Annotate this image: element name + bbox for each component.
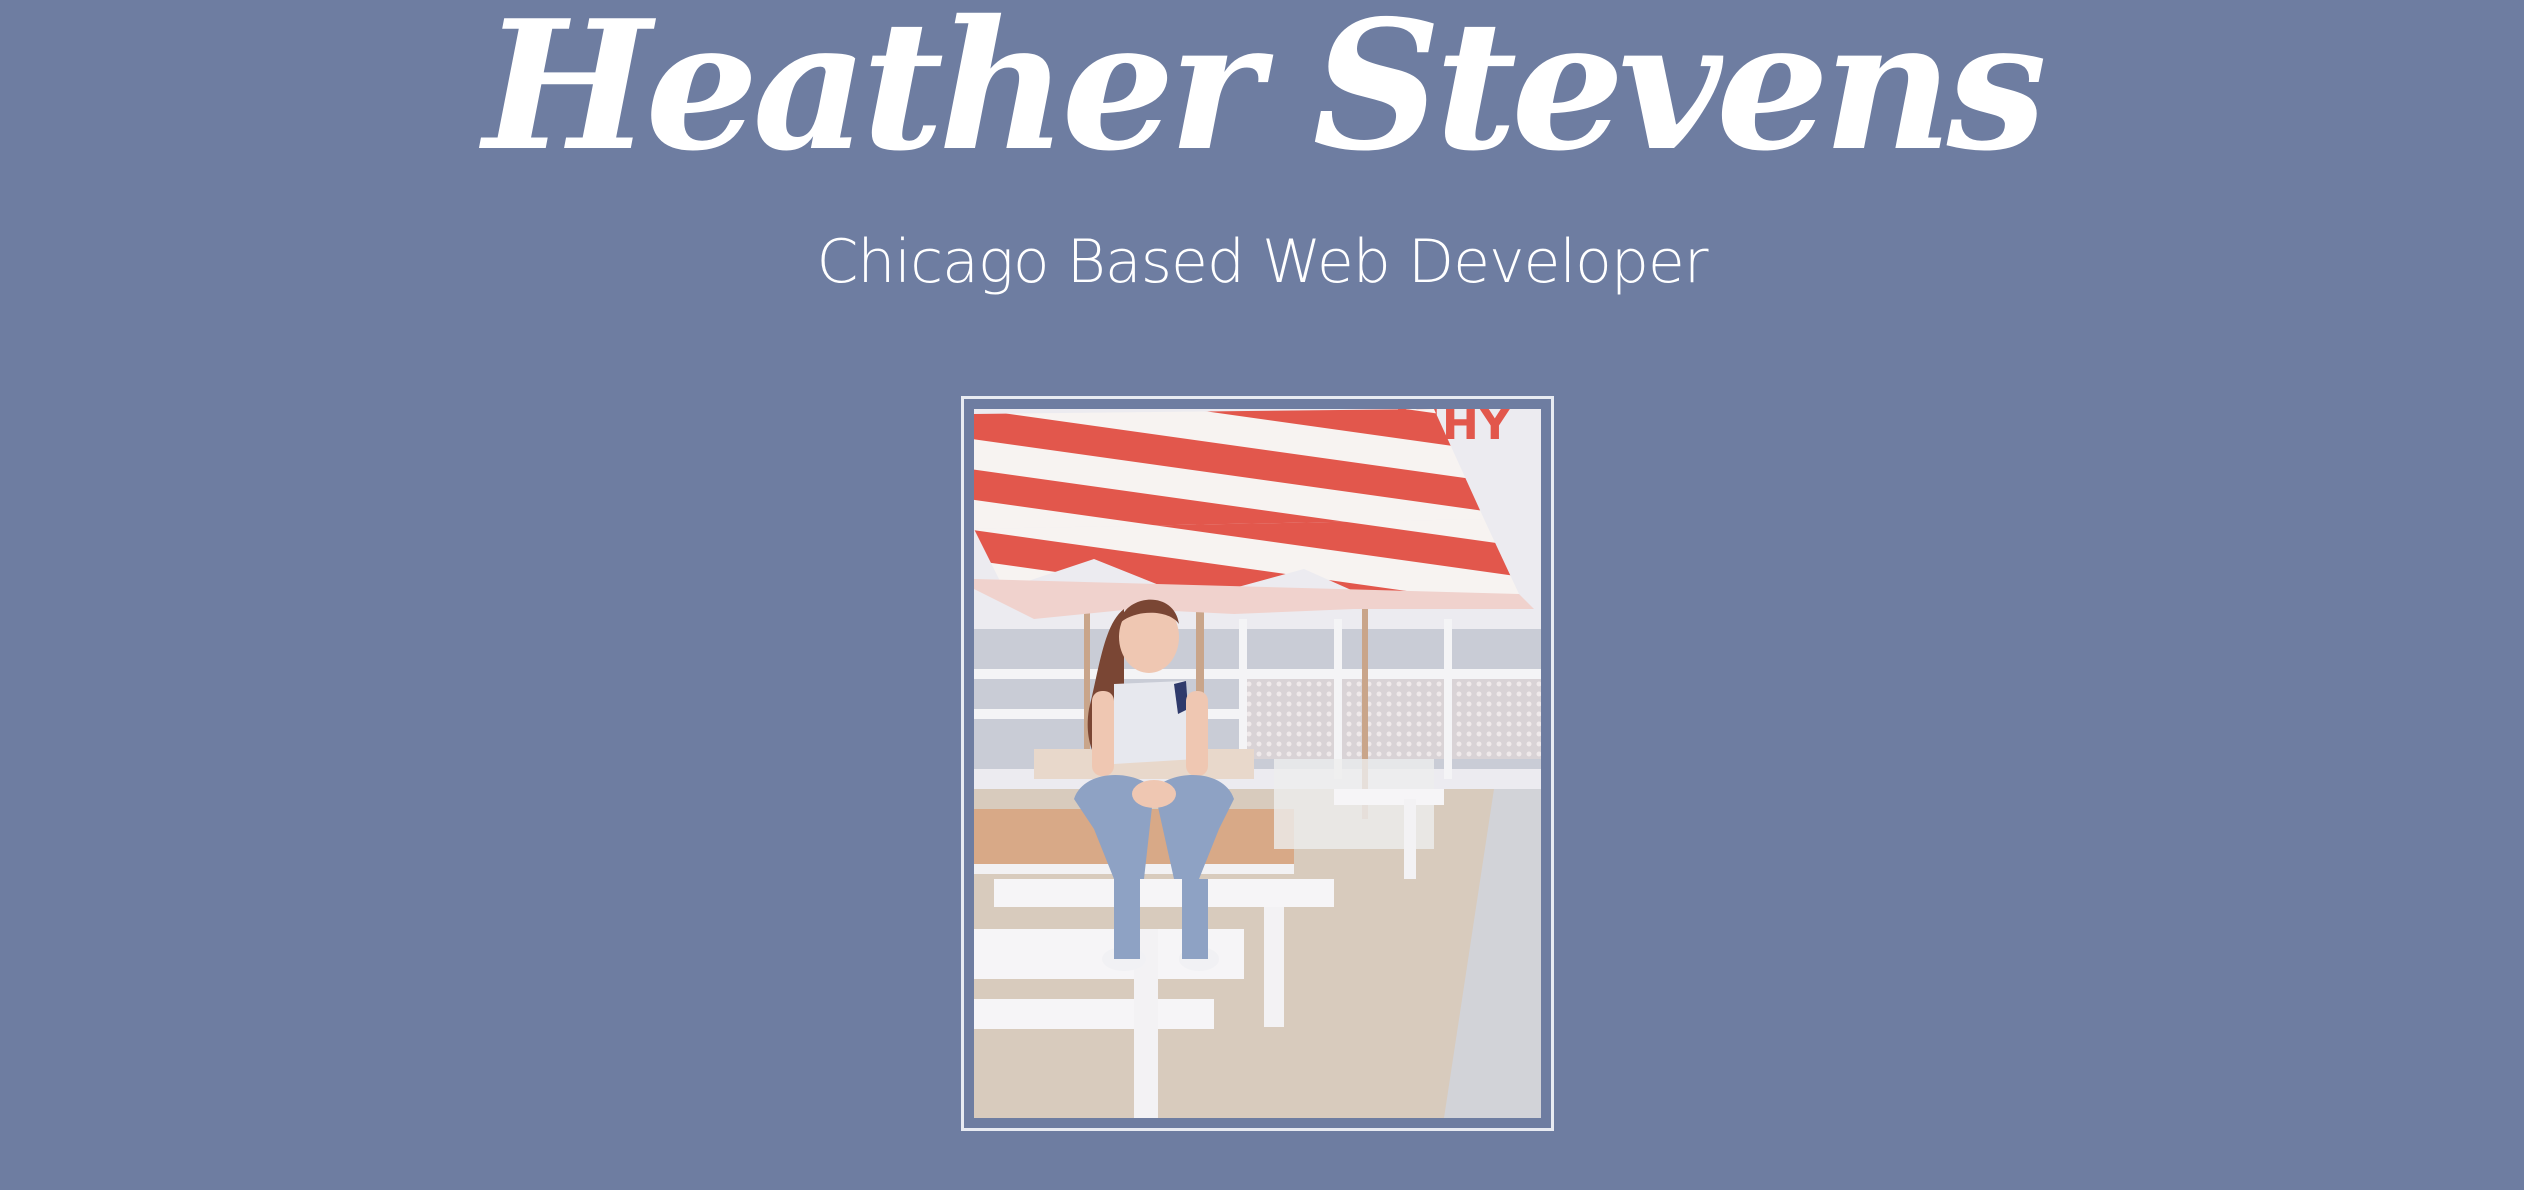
portrait-frame: ISHY (961, 396, 1554, 1131)
portrait-illustration: ISHY (974, 409, 1541, 1118)
portrait-photo: ISHY (974, 409, 1541, 1118)
site-title: Heather Stevens (483, 0, 2047, 190)
bench-front (994, 879, 1334, 907)
site-subtitle: Chicago Based Web Developer (816, 227, 1709, 297)
lattice-fence (1244, 679, 1541, 759)
umbrella-main (974, 409, 1484, 529)
